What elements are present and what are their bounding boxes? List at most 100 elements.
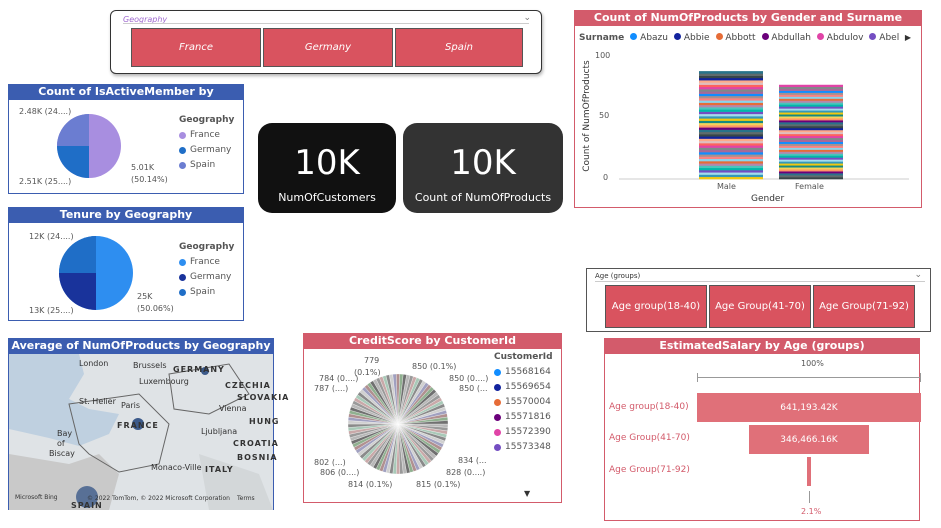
pie-label-france-pct: (50.14%) xyxy=(131,175,168,184)
slicer-button-germany[interactable]: Germany xyxy=(263,28,393,67)
bar-segment-female xyxy=(779,163,843,166)
bar-segment-male xyxy=(699,118,763,121)
funnel-bar[interactable]: 641,193.42K xyxy=(697,393,921,422)
bar-segment-male xyxy=(699,86,763,90)
bar-segment-male xyxy=(699,161,763,164)
x-axis-label: Gender xyxy=(751,194,785,204)
bar-segment-male xyxy=(699,122,763,126)
bar-segment-female xyxy=(779,141,843,144)
bar-segment-male xyxy=(699,134,763,137)
bar-segment-female xyxy=(779,106,843,109)
legend-next-arrow[interactable]: ▶ xyxy=(905,33,911,42)
bar-segment-male xyxy=(699,140,763,144)
age-button-18-40[interactable]: Age group(18-40) xyxy=(605,285,707,328)
bar-segment-female xyxy=(779,165,843,168)
legend-item[interactable]: 15570004 xyxy=(494,397,553,407)
salary-panel: EstimatedSalary by Age (groups) 100% Age… xyxy=(604,338,921,521)
bar-segment-female xyxy=(779,147,843,150)
legend-item[interactable]: Spain xyxy=(179,160,234,170)
gender-chart-panel: Count of NumOfProducts by Gender and Sur… xyxy=(574,10,922,208)
chevron-down-icon[interactable]: ⌄ xyxy=(523,13,531,23)
tenure-panel: Tenure by Geography 12K (24....) 13K (25… xyxy=(8,207,244,321)
active-member-title: Count of IsActiveMember by Geography xyxy=(9,85,243,112)
bar-segment-female xyxy=(779,149,843,152)
credit-pie[interactable] xyxy=(348,369,448,479)
legend-item[interactable]: 15571816 xyxy=(494,412,553,422)
bar-segment-male xyxy=(699,158,763,162)
legend-item[interactable]: Abazu xyxy=(630,33,668,43)
pie-label: 12K (24....) xyxy=(29,232,74,241)
bar-segment-male xyxy=(699,77,763,81)
bar-segment-male xyxy=(699,163,763,166)
map-terms-link[interactable]: Terms xyxy=(237,495,255,502)
bar-segment-female xyxy=(779,122,843,125)
legend-item[interactable]: Germany xyxy=(179,145,234,155)
bar-segment-female xyxy=(779,116,843,119)
funnel-bar[interactable] xyxy=(806,457,812,486)
legend-item[interactable]: Abbie xyxy=(674,33,710,43)
bar-segment-female xyxy=(779,114,843,117)
bar-segment-male xyxy=(699,167,763,171)
map-panel: Average of NumOfProducts by Geography Lo… xyxy=(8,338,288,510)
bar-segment-male xyxy=(699,170,763,173)
chevron-down-icon[interactable]: ⌄ xyxy=(914,270,922,280)
bing-logo: Microsoft Bing xyxy=(15,494,58,501)
x-tick-female: Female xyxy=(795,182,824,191)
bar-segment-female xyxy=(779,108,843,111)
legend-item[interactable]: 15573348 xyxy=(494,442,553,452)
legend-item[interactable]: Abbott xyxy=(715,33,756,43)
bar-segment-male xyxy=(699,102,763,106)
bar-segment-female xyxy=(779,84,843,88)
age-button-71-92[interactable]: Age Group(71-92) xyxy=(813,285,915,328)
bar-segment-male xyxy=(699,174,763,178)
credit-legend: CustomerId 15568164 15569654 15570004 15… xyxy=(494,352,553,452)
bar-segment-female xyxy=(779,90,843,93)
legend-item[interactable]: 15568164 xyxy=(494,367,553,377)
legend-item[interactable]: Abdullah xyxy=(761,33,811,43)
bar-segment-female xyxy=(779,104,843,107)
bar-segment-male xyxy=(699,120,763,124)
legend-scroll-down-icon[interactable]: ▼ xyxy=(524,489,530,498)
bar-segment-male xyxy=(699,145,763,148)
bar-segment-female xyxy=(779,159,843,162)
slicer-button-france[interactable]: France xyxy=(131,28,261,67)
bar-segment-male xyxy=(699,95,763,99)
bar-segment-female xyxy=(779,157,843,160)
slicer-button-spain[interactable]: Spain xyxy=(395,28,523,67)
bar-segment-male xyxy=(699,91,763,94)
bar-segment-male xyxy=(699,176,763,180)
bar-segment-female xyxy=(779,129,843,133)
active-member-pie[interactable] xyxy=(57,111,121,181)
y-tick: 50 xyxy=(599,111,610,120)
bar-segment-female xyxy=(779,88,843,91)
bar-segment-male xyxy=(699,165,763,169)
legend-item[interactable]: Germany xyxy=(179,272,234,282)
legend-item[interactable]: 15572390 xyxy=(494,427,553,437)
legend-item[interactable]: Abdulov xyxy=(816,33,863,43)
funnel-bar[interactable]: 346,466.16K xyxy=(748,425,870,454)
bar-segment-male xyxy=(699,125,763,128)
bar-segment-female xyxy=(779,155,843,158)
legend-item[interactable]: Spain xyxy=(179,287,234,297)
bar-segment-male xyxy=(699,116,763,119)
bar-segment-male xyxy=(699,75,763,79)
map-title: Average of NumOfProducts by Geography xyxy=(9,339,273,354)
legend-item[interactable]: France xyxy=(179,130,234,140)
bar-segment-female xyxy=(779,92,843,95)
bar-segment-female xyxy=(779,131,843,135)
tenure-title: Tenure by Geography xyxy=(9,208,243,223)
gender-chart-title: Count of NumOfProducts by Gender and Sur… xyxy=(575,11,921,26)
bar-segment-male xyxy=(699,93,763,97)
pie-label-germany: 2.51K (25....) xyxy=(19,177,72,186)
legend-item[interactable]: France xyxy=(179,257,234,267)
salary-title: EstimatedSalary by Age (groups) xyxy=(605,339,919,354)
pie-label: (50.06%) xyxy=(137,304,174,313)
tenure-pie[interactable] xyxy=(59,236,133,310)
bar-segment-female xyxy=(779,124,843,127)
legend-item[interactable]: Abel xyxy=(869,33,899,43)
age-button-41-70[interactable]: Age Group(41-70) xyxy=(709,285,811,328)
gender-bars[interactable] xyxy=(619,55,909,185)
pie-label-spain: 2.48K (24....) xyxy=(19,107,72,116)
legend-item[interactable]: 15569654 xyxy=(494,382,553,392)
bar-segment-female xyxy=(779,173,843,176)
